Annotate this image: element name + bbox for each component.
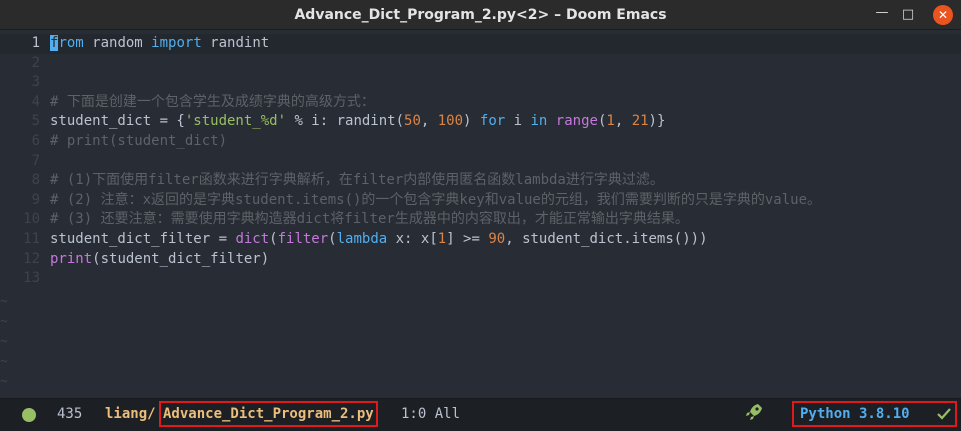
code-token: filter: [277, 231, 329, 247]
line-code: print(student_dict_filter): [50, 250, 269, 270]
line-code: # 下面是创建一个包含学生及成绩字典的高级方式：: [50, 93, 375, 113]
code-token: student_dict = {: [50, 113, 185, 130]
line-number: 3: [31, 74, 40, 91]
code-line[interactable]: 11 student_dict_filter = dict(filter(lamb…: [0, 230, 961, 250]
line-number: 1: [31, 35, 40, 51]
code-token: 1: [606, 113, 615, 130]
line-number: 10: [23, 211, 40, 228]
code-line[interactable]: 1 from random import randint: [0, 34, 961, 54]
maximize-icon[interactable]: □: [898, 5, 918, 25]
code-token: lambda: [336, 231, 388, 247]
line-number: 13: [23, 270, 40, 287]
title-bar: Advance_Dict_Program_2.py<2> – Doom Emac…: [0, 0, 961, 30]
line-code: # print(student_dict): [50, 132, 227, 152]
code-token: range: [555, 113, 598, 130]
code-line[interactable]: 2: [0, 54, 961, 74]
code-token: x: x[: [387, 231, 438, 247]
buffer-status-dot-icon: [22, 408, 36, 422]
code-token: 1: [437, 231, 447, 247]
buffer-name-box[interactable]: Advance_Dict_Program_2.py: [159, 401, 378, 427]
checkmark-icon[interactable]: [936, 406, 952, 422]
code-line[interactable]: 4 # 下面是创建一个包含学生及成绩字典的高级方式：: [0, 93, 961, 113]
line-number: 8: [31, 172, 40, 189]
line-number: 12: [23, 250, 40, 267]
buffer-size: 435: [57, 406, 83, 422]
code-token: dict: [235, 231, 270, 247]
code-token: # (2) 注意：x返回的是字典student.items()的一个包含字典ke…: [50, 191, 822, 208]
code-token: 90: [488, 231, 506, 247]
code-token: import: [151, 35, 202, 51]
line-code: student_dict_filter = dict(filter(lambda…: [50, 230, 708, 250]
code-token: (student_dict_filter): [92, 250, 270, 267]
code-token: 21: [631, 113, 649, 130]
empty-line-tilde: ~: [0, 373, 8, 389]
minimize-icon[interactable]: —: [872, 3, 892, 23]
line-number: 7: [31, 152, 40, 169]
code-token: ] >=: [446, 231, 489, 247]
code-token: ): [463, 113, 480, 130]
line-number: 6: [31, 133, 40, 149]
code-token: print: [50, 250, 93, 267]
line-code: # (3) 还要注意：需要使用字典构造器dict将filter生成器中的内容取出…: [50, 210, 689, 230]
code-token: # 下面是创建一个包含学生及成绩字典的高级方式：: [50, 93, 375, 110]
empty-line-tilde: ~: [0, 293, 8, 309]
code-line[interactable]: 9 # (2) 注意：x返回的是字典student.items()的一个包含字典k…: [0, 191, 961, 211]
empty-line-tilde: ~: [0, 313, 8, 329]
code-token: 50: [404, 113, 421, 130]
mode-line: 435 liang/ Advance_Dict_Program_2.py 1:0…: [0, 398, 961, 431]
code-token: % i: randint(: [286, 113, 405, 130]
buffer-directory: liang/: [105, 406, 156, 422]
empty-line-tilde: ~: [0, 353, 8, 369]
code-line[interactable]: 3: [0, 73, 961, 93]
cursor-position: 1:0 All: [401, 406, 461, 422]
code-token: i: [505, 113, 531, 130]
line-number: 9: [31, 191, 40, 208]
code-editor[interactable]: 1 from random import randint 2 3 4 # 下面是创建一个包…: [0, 34, 961, 398]
line-code: from random import randint: [50, 34, 269, 54]
code-token: in: [530, 113, 548, 130]
rocket-icon[interactable]: [744, 402, 764, 422]
code-token: (: [269, 231, 278, 247]
emacs-window: Advance_Dict_Program_2.py<2> – Doom Emac…: [0, 0, 961, 431]
code-line[interactable]: 5 student_dict = {'student_%d' % i: randi…: [0, 112, 961, 132]
code-line[interactable]: 7: [0, 152, 961, 172]
code-token: random: [83, 35, 152, 51]
code-token: # print(student_dict): [50, 133, 228, 149]
code-token: student_dict_filter =: [50, 231, 236, 247]
code-line[interactable]: 6 # print(student_dict): [0, 132, 961, 152]
buffer-name: Advance_Dict_Program_2.py: [163, 406, 374, 422]
line-code: student_dict = {'student_%d' % i: randin…: [50, 112, 665, 132]
code-token: ,: [614, 113, 632, 130]
code-token: for: [479, 113, 506, 130]
close-icon[interactable]: ✕: [933, 5, 953, 25]
line-number: 4: [31, 93, 40, 110]
code-line[interactable]: 10 # (3) 还要注意：需要使用字典构造器dict将filter生成器中的内容…: [0, 210, 961, 230]
line-code: # (1)下面使用filter函数来进行字典解析，在filter内部使用匿名函数…: [50, 171, 664, 191]
code-token: randint: [201, 35, 270, 51]
code-token: (: [328, 231, 337, 247]
code-line[interactable]: 12 print(student_dict_filter): [0, 250, 961, 270]
line-number: 5: [31, 113, 40, 130]
code-token: # (1)下面使用filter函数来进行字典解析，在filter内部使用匿名函数…: [50, 172, 664, 189]
code-line[interactable]: 8 # (1)下面使用filter函数来进行字典解析，在filter内部使用匿名函…: [0, 171, 961, 191]
code-token: 100: [437, 113, 464, 130]
code-line[interactable]: 13: [0, 269, 961, 289]
line-number: 2: [31, 54, 40, 71]
empty-line-tilde: ~: [0, 333, 8, 349]
major-mode-box[interactable]: Python 3.8.10: [792, 401, 957, 427]
code-token: rom: [58, 35, 84, 51]
code-token: ,: [420, 113, 438, 130]
code-token: 'student_%d': [184, 113, 287, 130]
line-code: # (2) 注意：x返回的是字典student.items()的一个包含字典ke…: [50, 191, 821, 211]
window-title: Advance_Dict_Program_2.py<2> – Doom Emac…: [294, 7, 667, 23]
major-mode: Python 3.8.10: [800, 406, 910, 422]
code-token: )}: [648, 113, 666, 130]
code-token: # (3) 还要注意：需要使用字典构造器dict将filter生成器中的内容取出…: [50, 211, 689, 228]
line-number: 11: [23, 231, 40, 247]
code-token: , student_dict.items())): [505, 231, 708, 247]
